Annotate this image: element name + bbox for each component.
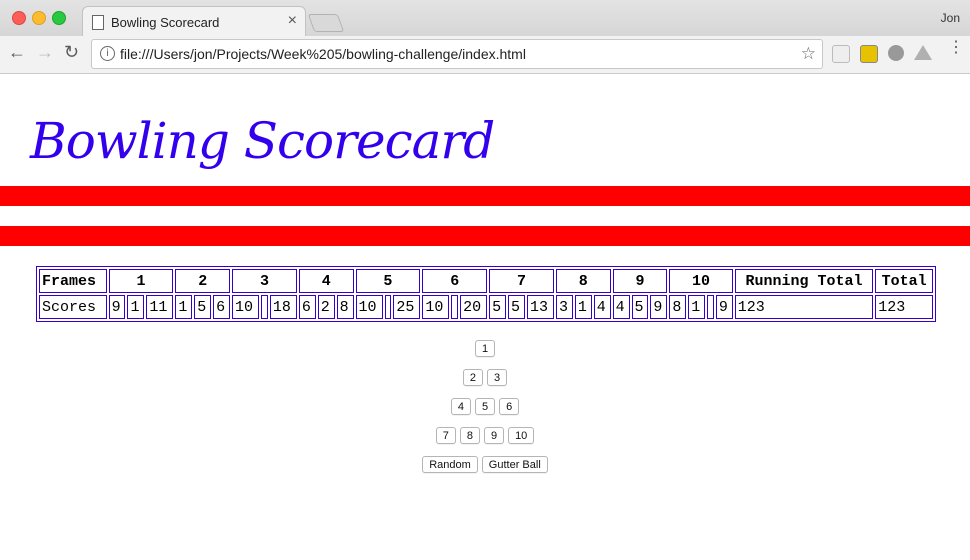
roll-cell: 5 [489,295,507,319]
close-window-button[interactable] [12,11,26,25]
pin-button-8[interactable]: 8 [459,427,480,444]
frame-score-cell: 8 [336,295,354,319]
roll-cell: 1 [574,295,592,319]
scores-label: Scores [39,295,107,319]
frame-score-cell: 4 [593,295,611,319]
running-total-cell: 123 [734,295,874,319]
pin-button-2[interactable]: 2 [462,369,483,386]
tab-title: Bowling Scorecard [111,15,220,30]
pin-button-4[interactable]: 4 [450,398,471,415]
running-total-header: Running Total [734,269,874,293]
frames-header-row: Frames 1 2 3 4 5 6 7 8 9 10 Running Tota… [39,269,933,293]
total-header: Total [875,269,933,293]
new-tab-button[interactable] [307,14,345,32]
tomato-extension-icon[interactable] [888,45,904,61]
frame-score-cell: 13 [526,295,554,319]
roll-cell: 5 [631,295,649,319]
pin-button-5[interactable]: 5 [474,398,496,415]
pin-row-1: 1 [0,340,970,369]
frame-score-cell: 11 [146,295,174,319]
roll-cell: 1 [127,295,145,319]
extension-icon[interactable] [832,45,850,63]
reload-icon[interactable]: ↻ [64,42,79,63]
random-button[interactable]: Random [422,456,478,473]
roll-cell: 1 [688,295,706,319]
pin-button-1[interactable]: 1 [474,340,496,357]
frame-header: 4 [298,269,354,293]
frame-score-cell: 18 [269,295,297,319]
maximize-window-button[interactable] [52,11,66,25]
roll-cell [261,295,268,319]
browser-tab[interactable]: Bowling Scorecard × [82,6,306,37]
browser-chrome: Bowling Scorecard × Jon ← → ↻ i file:///… [0,0,970,74]
red-stripe-bottom [0,226,970,246]
roll-cell [451,295,459,319]
roll-cell: 5 [508,295,525,319]
roll-cell [384,295,392,319]
gutter-ball-button[interactable]: Gutter Ball [481,456,548,473]
frame-header: 2 [175,269,231,293]
frame-header: 7 [489,269,554,293]
bookmark-star-icon[interactable]: ☆ [801,44,816,64]
document-icon [92,15,104,30]
total-cell: 123 [875,295,933,319]
frame-score-cell: 9 [650,295,668,319]
lock-extension-icon[interactable] [860,45,878,63]
roll-cell [707,295,714,319]
forward-icon[interactable]: → [36,42,54,63]
action-row: Random Gutter Ball [0,456,970,485]
menu-icon[interactable]: ⋮ [948,40,964,56]
info-icon[interactable]: i [100,46,115,61]
roll-cell: 9 [108,295,126,319]
profile-name[interactable]: Jon [941,11,960,25]
roll-cell: 4 [612,295,630,319]
frame-score-cell: 20 [460,295,488,319]
frame-header: 6 [422,269,488,293]
page-title: Bowling Scorecard [30,112,495,170]
frame-score-cell: 9 [715,295,733,319]
roll-cell: 6 [298,295,316,319]
scores-row: Scores 9 1 11 1 5 6 10 18 6 2 8 10 25 10… [39,295,933,319]
drive-extension-icon[interactable] [914,45,932,60]
frame-header: 9 [612,269,668,293]
scorecard-table: Frames 1 2 3 4 5 6 7 8 9 10 Running Tota… [36,266,936,322]
frame-header: 3 [232,269,297,293]
pin-button-9[interactable]: 9 [483,427,505,444]
frame-score-cell: 25 [393,295,421,319]
frame-header: 5 [355,269,421,293]
frame-header: 1 [108,269,174,293]
pin-row-3: 4 5 6 [0,398,970,427]
pin-button-3[interactable]: 3 [487,369,508,386]
tab-close-icon[interactable]: × [288,12,297,30]
pin-button-10[interactable]: 10 [508,427,535,444]
frame-score-cell: 6 [213,295,231,319]
pin-button-7[interactable]: 7 [435,427,456,444]
roll-cell: 5 [194,295,212,319]
url-text[interactable]: file:///Users/jon/Projects/Week%205/bowl… [120,46,526,62]
roll-cell: 8 [669,295,687,319]
frames-header: Frames [39,269,107,293]
pin-buttons: 1 2 3 4 5 6 7 8 9 10 Random Gutter Ball [0,340,970,485]
pin-row-4: 7 8 9 10 [0,427,970,456]
roll-cell: 10 [355,295,383,319]
red-stripe-top [0,186,970,206]
roll-cell: 1 [175,295,193,319]
tab-strip: Bowling Scorecard × Jon [0,0,970,37]
minimize-window-button[interactable] [32,11,46,25]
back-icon[interactable]: ← [8,42,26,63]
page-content: Bowling Scorecard Frames 1 2 3 4 5 6 7 8… [0,74,970,560]
roll-cell: 10 [422,295,450,319]
pin-button-6[interactable]: 6 [499,398,520,415]
roll-cell: 3 [555,295,573,319]
frame-header: 8 [555,269,611,293]
address-bar[interactable]: i file:///Users/jon/Projects/Week%205/bo… [91,39,823,69]
browser-toolbar: ← → ↻ i file:///Users/jon/Projects/Week%… [0,36,970,73]
roll-cell: 10 [232,295,260,319]
roll-cell: 2 [317,295,335,319]
pin-row-2: 2 3 [0,369,970,398]
frame-header: 10 [669,269,733,293]
